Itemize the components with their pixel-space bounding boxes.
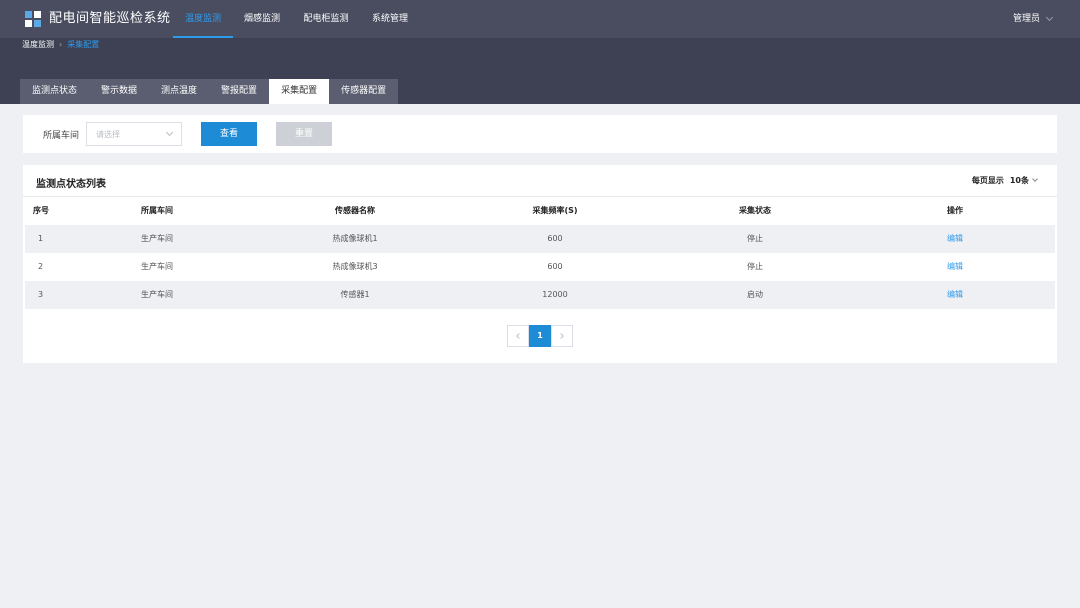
column-header-sensor: 传感器名称	[335, 206, 375, 215]
table-header: 序号 所属车间 传感器名称 采集频率(S) 采集状态 操作	[25, 197, 1055, 225]
prev-page-button[interactable]	[507, 325, 529, 347]
filter-panel: 所属车间 请选择 查看 重置	[23, 115, 1057, 153]
chevron-right-icon: ›	[59, 40, 63, 49]
row-frequency: 600	[547, 262, 563, 271]
topnav-cabinet[interactable]: 配电柜监测	[296, 0, 356, 38]
column-header-workshop: 所属车间	[141, 206, 173, 215]
tab-bar: 监测点状态 警示数据 测点温度 警报配置 采集配置 传感器配置	[20, 79, 399, 104]
reset-button[interactable]: 重置	[276, 122, 332, 146]
page-size-select[interactable]: 每页显示 10条	[972, 175, 1029, 186]
chevron-down-icon	[165, 128, 174, 137]
chevron-down-icon[interactable]	[1032, 176, 1038, 182]
tab-point-temperature[interactable]: 测点温度	[149, 79, 210, 104]
column-header-action: 操作	[947, 206, 963, 215]
topnav-system[interactable]: 系统管理	[365, 0, 415, 38]
top-bar: 配电间智能巡检系统 温度监测 烟感监测 配电柜监测 系统管理 管理员	[0, 0, 1080, 38]
table-row: 2 生产车间 热成像球机3 600 停止 编辑	[25, 253, 1055, 281]
chevron-down-icon[interactable]	[1045, 13, 1054, 22]
search-button[interactable]: 查看	[201, 122, 257, 146]
workshop-select-placeholder: 请选择	[96, 130, 120, 139]
column-header-index: 序号	[33, 206, 49, 215]
tab-warning-data[interactable]: 警示数据	[89, 79, 150, 104]
page-number[interactable]: 1	[529, 325, 551, 347]
row-sensor: 热成像球机1	[332, 234, 378, 243]
row-workshop: 生产车间	[141, 290, 173, 299]
row-index: 1	[38, 234, 44, 243]
tab-monitor-status[interactable]: 监测点状态	[20, 79, 90, 104]
table-row: 3 生产车间 传感器1 12000 启动 编辑	[25, 281, 1055, 309]
tab-sensor-config[interactable]: 传感器配置	[329, 79, 399, 104]
page-size-label: 每页显示	[971, 176, 1004, 185]
app-title: 配电间智能巡检系统	[49, 11, 171, 26]
row-frequency: 12000	[542, 290, 568, 299]
row-frequency: 600	[547, 234, 563, 243]
breadcrumb-current: 采集配置	[67, 40, 100, 49]
topnav-smoke[interactable]: 烟感监测	[238, 0, 286, 38]
chevron-left-icon	[516, 333, 522, 339]
row-status: 停止	[747, 262, 763, 271]
edit-link[interactable]: 编辑	[935, 253, 975, 281]
tab-alarm-config[interactable]: 警报配置	[209, 79, 270, 104]
row-index: 2	[38, 262, 44, 271]
user-menu[interactable]: 管理员	[1013, 0, 1040, 38]
edit-link[interactable]: 编辑	[935, 281, 975, 309]
breadcrumb-parent[interactable]: 温度监测	[22, 40, 54, 49]
workshop-select[interactable]: 请选择	[86, 122, 182, 146]
app-logo-icon	[25, 11, 41, 27]
workshop-label: 所属车间	[43, 131, 80, 141]
page-size-value: 10条	[1009, 176, 1029, 185]
row-workshop: 生产车间	[141, 262, 173, 271]
row-status: 停止	[747, 234, 763, 243]
pagination: 1	[507, 325, 573, 347]
column-header-status: 采集状态	[739, 206, 771, 215]
tab-collect-config[interactable]: 采集配置	[269, 79, 330, 104]
table-panel: 监测点状态列表 每页显示 10条 序号 所属车间 传感器名称 采集频率(S) 采集…	[23, 165, 1057, 363]
row-sensor: 热成像球机3	[332, 262, 378, 271]
topnav-temperature[interactable]: 温度监测	[173, 0, 233, 38]
row-sensor: 传感器1	[340, 290, 370, 299]
table-title: 监测点状态列表	[36, 179, 106, 190]
row-workshop: 生产车间	[141, 234, 173, 243]
row-status: 启动	[747, 290, 763, 299]
column-header-frequency: 采集频率(S)	[532, 206, 578, 215]
chevron-right-icon	[558, 333, 564, 339]
breadcrumb: 温度监测 › 采集配置	[22, 40, 99, 50]
edit-link[interactable]: 编辑	[935, 225, 975, 253]
table-row: 1 生产车间 热成像球机1 600 停止 编辑	[25, 225, 1055, 253]
next-page-button[interactable]	[551, 325, 573, 347]
row-index: 3	[38, 290, 44, 299]
